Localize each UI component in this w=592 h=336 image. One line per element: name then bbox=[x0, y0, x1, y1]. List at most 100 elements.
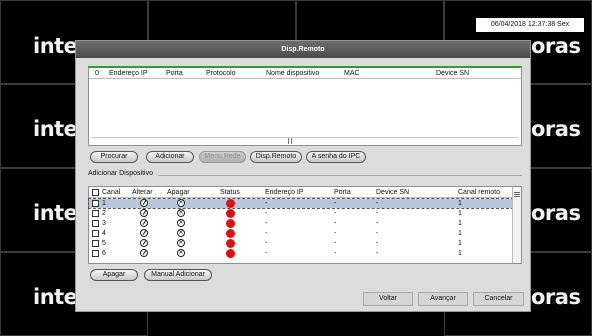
disp-remoto-button[interactable]: Disp.Remoto bbox=[250, 151, 302, 163]
cell-sn: - bbox=[376, 200, 379, 207]
table-row[interactable]: 6 ✕ - - - 1 bbox=[89, 249, 513, 258]
cell-sn: - bbox=[376, 230, 379, 237]
col-port: Porta bbox=[166, 70, 183, 77]
delete-icon[interactable]: ✕ bbox=[177, 239, 185, 247]
status-indicator bbox=[226, 249, 235, 258]
cell-porta: - bbox=[334, 240, 337, 247]
logo-left-3: inte bbox=[33, 201, 78, 225]
cell-ip: - bbox=[265, 220, 268, 227]
col-alterar: Alterar bbox=[132, 189, 153, 196]
voltar-button[interactable]: Voltar bbox=[363, 292, 413, 306]
edit-icon[interactable] bbox=[140, 219, 148, 227]
cancelar-button[interactable]: Cancelar bbox=[473, 292, 524, 306]
cell-canal-remoto: 1 bbox=[458, 200, 462, 207]
cell-sn: - bbox=[376, 250, 379, 257]
status-indicator bbox=[226, 219, 235, 228]
scrollbar-grip[interactable] bbox=[514, 192, 520, 197]
table-row[interactable]: 2 ✕ - - - 1 bbox=[89, 209, 513, 218]
cell-canal: 2 bbox=[102, 210, 106, 217]
cell-canal: 3 bbox=[102, 220, 106, 227]
section-divider bbox=[158, 175, 522, 176]
edit-icon[interactable] bbox=[140, 229, 148, 237]
edit-icon[interactable] bbox=[140, 239, 148, 247]
table-row[interactable]: 1 ✕ - - - 1 bbox=[88, 198, 514, 209]
logo-right-2: oras bbox=[531, 117, 581, 141]
logo-right-3: oras bbox=[531, 201, 581, 225]
status-indicator bbox=[226, 229, 235, 238]
cell-canal: 6 bbox=[102, 250, 106, 257]
cell-canal-remoto: 1 bbox=[458, 230, 462, 237]
cell-ip: - bbox=[265, 230, 268, 237]
cell-porta: - bbox=[334, 250, 337, 257]
row-checkbox[interactable] bbox=[92, 230, 99, 237]
logo-left-4: inte bbox=[33, 285, 78, 309]
cell-porta: - bbox=[334, 230, 337, 237]
logo-left-1: inte bbox=[33, 34, 78, 58]
col-device-sn: Device SN bbox=[376, 189, 410, 196]
status-indicator bbox=[226, 209, 235, 218]
col-device-name: Nome dispositivo bbox=[266, 70, 320, 77]
edit-icon[interactable] bbox=[140, 199, 148, 207]
col-canal: Canal bbox=[102, 189, 121, 196]
row-checkbox[interactable] bbox=[92, 220, 99, 227]
section-label: Adicionar Dispositivo bbox=[88, 170, 153, 177]
logo-right-4: oras bbox=[531, 285, 581, 309]
manual-adicionar-button[interactable]: Manual Adicionar bbox=[144, 269, 212, 281]
row-checkbox[interactable] bbox=[92, 200, 99, 207]
status-indicator bbox=[226, 199, 235, 208]
table-row[interactable]: 5 ✕ - - - 1 bbox=[89, 239, 513, 248]
cell-canal: 1 bbox=[102, 200, 106, 207]
adicionar-button[interactable]: Adicionar bbox=[146, 151, 194, 163]
col-device-sn: Device SN bbox=[436, 70, 470, 77]
menu-rede-button[interactable]: Menu Rede bbox=[199, 151, 246, 163]
procurar-button[interactable]: Procurar bbox=[90, 151, 138, 163]
added-devices-table[interactable]: Canal Alterar Apagar Status Endereço IP … bbox=[88, 186, 522, 264]
delete-icon[interactable]: ✕ bbox=[177, 219, 185, 227]
row-checkbox[interactable] bbox=[92, 240, 99, 247]
avancar-button[interactable]: Avançar bbox=[418, 292, 468, 306]
status-indicator bbox=[226, 239, 235, 248]
delete-icon[interactable]: ✕ bbox=[177, 229, 185, 237]
horizontal-scrollbar[interactable] bbox=[91, 137, 519, 144]
dialog-title: Disp.Remoto bbox=[76, 41, 530, 58]
cell-porta: - bbox=[334, 220, 337, 227]
delete-icon[interactable]: ✕ bbox=[177, 209, 185, 217]
scrollbar-grip[interactable] bbox=[288, 138, 292, 144]
edit-icon[interactable] bbox=[140, 249, 148, 257]
search-results-table[interactable]: 0 Endereço IP Porta Protocolo Nome dispo… bbox=[88, 66, 522, 146]
row-checkbox[interactable] bbox=[92, 210, 99, 217]
datetime-display: 06/04/2018 12:37:38 Sex bbox=[476, 18, 584, 32]
col-apagar: Apagar bbox=[167, 189, 190, 196]
added-table-header: Canal Alterar Apagar Status Endereço IP … bbox=[89, 187, 513, 198]
col-index: 0 bbox=[95, 70, 99, 77]
col-porta: Porta bbox=[334, 189, 351, 196]
vertical-scrollbar[interactable] bbox=[512, 187, 521, 263]
col-ip: Endereço IP bbox=[109, 70, 148, 77]
col-mac: MAC bbox=[344, 70, 360, 77]
cell-canal-remoto: 1 bbox=[458, 240, 462, 247]
col-status: Status bbox=[220, 189, 240, 196]
cell-ip: - bbox=[265, 240, 268, 247]
table-row[interactable]: 3 ✕ - - - 1 bbox=[89, 219, 513, 228]
logo-left-2: inte bbox=[33, 117, 78, 141]
row-checkbox[interactable] bbox=[92, 250, 99, 257]
cell-sn: - bbox=[376, 220, 379, 227]
cell-porta: - bbox=[334, 210, 337, 217]
search-table-header: 0 Endereço IP Porta Protocolo Nome dispo… bbox=[89, 68, 521, 79]
edit-icon[interactable] bbox=[140, 209, 148, 217]
cell-canal-remoto: 1 bbox=[458, 250, 462, 257]
senha-ipc-button[interactable]: A senha do IPC bbox=[306, 151, 366, 163]
col-canal-remoto: Canal remoto bbox=[458, 189, 501, 196]
logo-right-1: oras bbox=[531, 34, 581, 58]
apagar-button[interactable]: Apagar bbox=[90, 269, 138, 281]
cell-porta: - bbox=[334, 200, 337, 207]
cell-ip: - bbox=[265, 210, 268, 217]
select-all-checkbox[interactable] bbox=[92, 189, 99, 196]
cell-canal-remoto: 1 bbox=[458, 210, 462, 217]
cell-sn: - bbox=[376, 240, 379, 247]
delete-icon[interactable]: ✕ bbox=[177, 199, 185, 207]
cell-canal: 5 bbox=[102, 240, 106, 247]
table-row[interactable]: 4 ✕ - - - 1 bbox=[89, 229, 513, 238]
delete-icon[interactable]: ✕ bbox=[177, 249, 185, 257]
col-protocol: Protocolo bbox=[206, 70, 236, 77]
